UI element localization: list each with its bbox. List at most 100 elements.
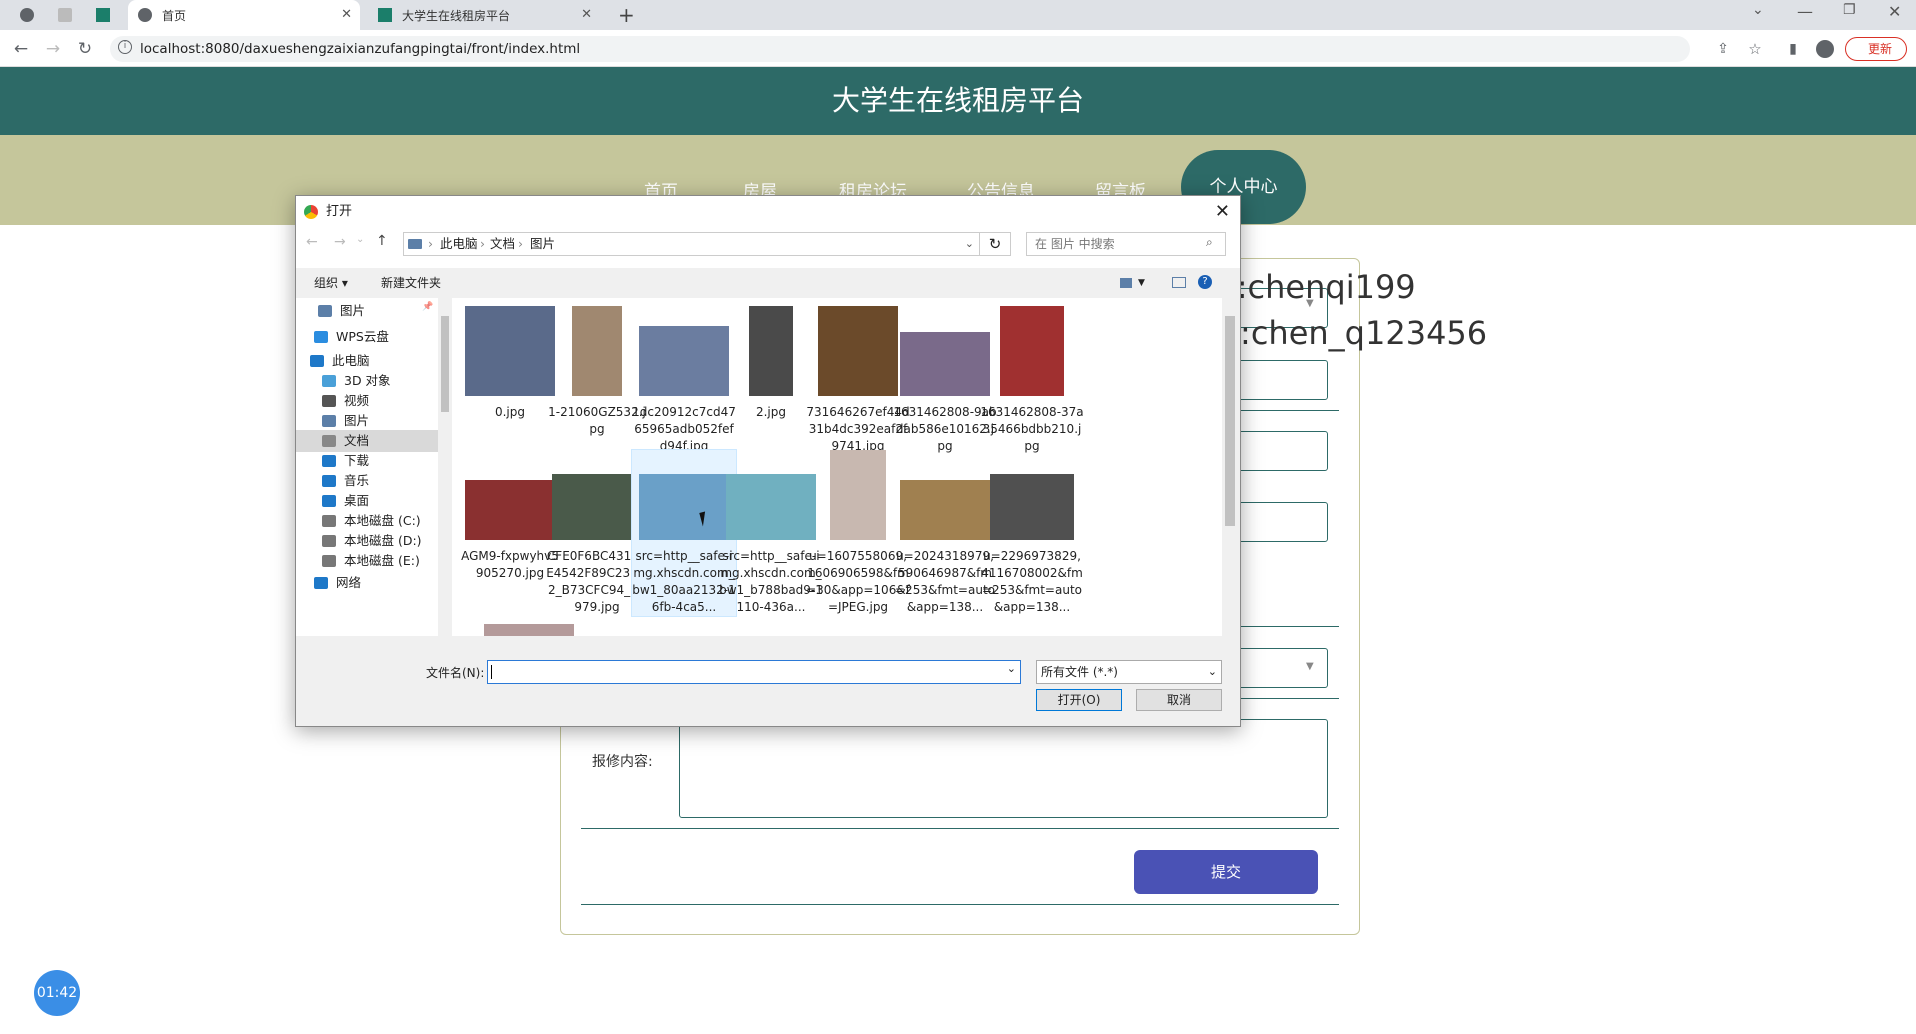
breadcrumb[interactable]: › 此电脑 › 文档 › 图片 ⌄: [403, 232, 981, 256]
chevron-down-icon[interactable]: ⌄: [965, 233, 974, 255]
tab-pinned-2[interactable]: [58, 0, 88, 30]
documents-icon: [322, 435, 336, 447]
timer-badge: 01:42: [34, 970, 80, 1016]
star-icon[interactable]: ☆: [1742, 36, 1768, 62]
organize-button[interactable]: 组织 ▾: [314, 268, 348, 298]
window-close-button[interactable]: ✕: [1888, 2, 1901, 21]
forward-button[interactable]: →: [40, 36, 66, 62]
breadcrumb-item[interactable]: 此电脑: [440, 233, 478, 255]
pin-icon: 📌: [422, 302, 434, 312]
videos-icon: [322, 395, 336, 407]
tab-search-icon[interactable]: ⌄: [1752, 2, 1764, 18]
tree-item[interactable]: 本地磁盘 (C:): [322, 510, 421, 532]
url-field[interactable]: localhost:8080/daxueshengzaixianzufangpi…: [110, 36, 1690, 62]
minimize-button[interactable]: —: [1797, 2, 1813, 21]
filetype-select[interactable]: 所有文件 (*.*) ⌄: [1036, 660, 1222, 684]
image-thumbnail: [900, 332, 990, 396]
site-title: 大学生在线租房平台: [0, 67, 1916, 135]
desktop-icon: [322, 495, 336, 507]
update-label: 更新: [1868, 42, 1893, 56]
view-options-icon[interactable]: [1120, 278, 1132, 288]
globe-icon: [20, 8, 34, 22]
drive-icon: [322, 535, 336, 547]
page-icon: [58, 8, 72, 22]
tree-item[interactable]: 桌面: [322, 490, 369, 512]
tree-item[interactable]: 本地磁盘 (E:): [322, 550, 420, 572]
file-item[interactable]: u=2296973829,4116708002&fm=253&fmt=auto&…: [980, 450, 1084, 616]
breadcrumb-item[interactable]: 图片: [530, 233, 555, 255]
refresh-button[interactable]: ↻: [979, 232, 1011, 256]
new-tab-button[interactable]: +: [618, 3, 635, 27]
tab-pinned-1[interactable]: [20, 0, 50, 30]
share-icon[interactable]: ⇪: [1710, 36, 1736, 62]
tab-site[interactable]: 大学生在线租房平台 ✕: [368, 0, 600, 30]
tree-item-label: 本地磁盘 (C:): [344, 513, 421, 528]
tree-item[interactable]: WPS云盘: [314, 326, 389, 348]
cancel-button[interactable]: 取消: [1136, 689, 1222, 711]
tree-item[interactable]: 本地磁盘 (D:): [322, 530, 422, 552]
folder-tree: 图片 WPS云盘 此电脑 3D 对象 视频 图片 文档 下载 音乐 桌面 本地磁盘 (C:) 本地磁盘…: [296, 298, 452, 636]
pictures-folder-icon: [322, 415, 336, 427]
drive-icon: [322, 515, 336, 527]
tree-item-label: 3D 对象: [344, 373, 391, 388]
tree-item[interactable]: 图片: [322, 410, 369, 432]
file-name: 1631462808-37a35466bdbb210.jpg: [980, 405, 1084, 453]
image-thumbnail: [1000, 306, 1064, 396]
profile-icon[interactable]: [1816, 40, 1834, 58]
tree-item-label: 图片: [344, 413, 370, 428]
info-icon[interactable]: i: [118, 40, 132, 54]
image-thumbnail: [900, 480, 990, 540]
tree-item-label: 本地磁盘 (E:): [344, 553, 420, 568]
tab-pinned-3[interactable]: [96, 0, 126, 30]
forward-button[interactable]: →: [334, 234, 346, 250]
tree-item[interactable]: 3D 对象: [322, 370, 391, 392]
sidebar-icon[interactable]: ▮: [1780, 36, 1806, 62]
help-icon[interactable]: ?: [1198, 275, 1212, 289]
reload-button[interactable]: ↻: [72, 36, 98, 62]
filename-input[interactable]: ⌄: [487, 660, 1021, 684]
tab-home[interactable]: 首页 ✕: [128, 0, 360, 30]
back-button[interactable]: ←: [8, 36, 34, 62]
close-icon[interactable]: ✕: [1215, 196, 1230, 228]
image-thumbnail: [465, 480, 555, 540]
tree-item[interactable]: 此电脑: [310, 350, 370, 372]
open-button[interactable]: 打开(O): [1036, 689, 1122, 711]
tree-item[interactable]: 图片: [318, 300, 365, 322]
preview-pane-icon[interactable]: [1172, 277, 1186, 288]
tree-item[interactable]: 音乐: [322, 470, 369, 492]
tree-item-label: WPS云盘: [336, 329, 389, 344]
update-button[interactable]: 更新: [1845, 37, 1907, 61]
restore-button[interactable]: ❐: [1843, 2, 1856, 18]
close-icon[interactable]: ✕: [581, 7, 592, 22]
tree-item[interactable]: 网络: [314, 572, 361, 594]
tree-item[interactable]: 文档: [296, 430, 438, 452]
tree-scrollbar[interactable]: [438, 298, 452, 636]
image-thumbnail: [639, 474, 729, 540]
image-thumbnail: [818, 306, 898, 396]
file-name: u=2296973829,4116708002&fm=253&fmt=auto&…: [981, 549, 1083, 614]
breadcrumb-item[interactable]: 文档: [490, 233, 515, 255]
back-button[interactable]: ←: [306, 234, 318, 250]
dialog-title-bar: 打开 ✕: [296, 196, 1240, 228]
tree-item[interactable]: 下载: [322, 450, 369, 472]
image-thumbnail: [990, 474, 1074, 540]
vue-icon: [96, 8, 110, 22]
dialog-search-input[interactable]: 在 图片 中搜索: [1026, 232, 1226, 256]
pictures-folder-icon: [408, 239, 422, 249]
close-icon[interactable]: ✕: [341, 7, 352, 22]
new-folder-button[interactable]: 新建文件夹: [381, 268, 441, 298]
file-item[interactable]: 1631462808-37a35466bdbb210.jpg: [980, 306, 1084, 455]
computer-icon: [310, 355, 324, 367]
globe-icon: [138, 8, 152, 22]
image-thumbnail: [726, 474, 816, 540]
recent-locations-icon[interactable]: ⌄: [356, 234, 364, 245]
repair-content-textarea[interactable]: [679, 719, 1328, 818]
up-folder-button[interactable]: ↑: [376, 233, 388, 249]
file-grid-scrollbar[interactable]: [1222, 298, 1238, 636]
tab-label: 首页: [162, 8, 187, 23]
network-icon: [314, 577, 328, 589]
submit-button[interactable]: 提交: [1134, 850, 1318, 894]
tree-item[interactable]: 视频: [322, 390, 369, 412]
chevron-down-icon[interactable]: ⌄: [1007, 662, 1016, 675]
chevron-down-icon[interactable]: ▼: [1138, 268, 1145, 298]
